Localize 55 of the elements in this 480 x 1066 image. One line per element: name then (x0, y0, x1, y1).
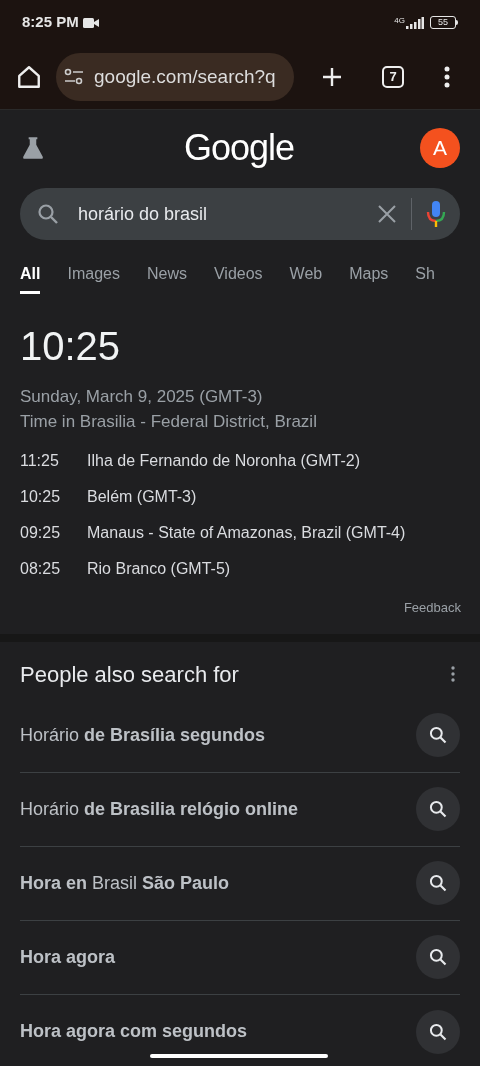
date-text: Sunday, March 9, 2025 (GMT-3) (20, 386, 264, 408)
search-button[interactable] (416, 861, 460, 905)
search-tab[interactable]: Sh (415, 262, 435, 294)
related-search-item[interactable]: Hora en Brasil São Paulo (20, 846, 460, 921)
google-logo: Google (183, 126, 295, 170)
status-time: 8:25 PM (22, 12, 79, 33)
search-tab[interactable]: Web (289, 262, 323, 294)
plus-icon[interactable] (320, 65, 344, 89)
search-tab[interactable]: Maps (349, 262, 389, 294)
related-search-item[interactable]: Hora agora com segundos (20, 994, 460, 1066)
zone-time: 09:25 (20, 523, 62, 543)
network-type: 4G (394, 16, 405, 25)
search-tab[interactable]: News (146, 262, 187, 294)
search-tab[interactable]: Videos (213, 262, 263, 294)
home-icon[interactable] (16, 64, 42, 90)
search-icon (428, 799, 448, 819)
microphone-icon[interactable] (426, 200, 446, 228)
search-button[interactable] (416, 713, 460, 757)
search-icon (428, 947, 448, 967)
clear-icon[interactable] (377, 204, 397, 224)
more-options-icon[interactable] (451, 666, 455, 682)
location-text: Time in Brasilia - Federal District, Brazil (20, 411, 318, 433)
current-time: 10:25 (20, 323, 122, 370)
url-text: google.com/search?q (94, 64, 276, 89)
search-button[interactable] (416, 935, 460, 979)
search-query: horário do brasil (78, 202, 209, 226)
section-title: People also search for (20, 660, 239, 689)
search-field[interactable]: horário do brasil (20, 188, 460, 240)
search-icon (428, 725, 448, 745)
search-button[interactable] (416, 787, 460, 831)
search-button[interactable] (416, 1009, 460, 1054)
search-icon (36, 202, 60, 226)
address-bar[interactable]: google.com/search?q (56, 53, 294, 101)
zone-time: 08:25 (20, 559, 62, 579)
zone-name: Belém (GMT-3) (87, 487, 197, 507)
search-icon (428, 1021, 448, 1042)
search-icon (428, 873, 448, 893)
more-options-icon[interactable] (444, 66, 450, 88)
search-tab[interactable]: Images (67, 262, 120, 294)
zone-time: 11:25 (20, 451, 60, 471)
zone-name: Manaus - State of Amazonas, Brazil (GMT-4) (87, 523, 406, 543)
flask-icon[interactable] (20, 135, 46, 161)
zone-time: 10:25 (20, 487, 62, 507)
site-settings-icon[interactable] (64, 68, 84, 86)
related-search-item[interactable]: Horário de Brasilia relógio online (20, 772, 460, 847)
related-search-item[interactable]: Hora agora (20, 920, 460, 995)
video-camera-icon (82, 17, 99, 28)
feedback-link[interactable]: Feedback (403, 598, 461, 618)
zone-name: Ilha de Fernando de Noronha (GMT-2) (87, 451, 361, 471)
tab-count-button[interactable]: 7 (382, 66, 404, 88)
zone-name: Rio Branco (GMT-5) (87, 559, 231, 579)
signal-icon (406, 16, 424, 29)
related-search-item[interactable]: Horário de Brasília segundos (20, 698, 460, 773)
search-tab[interactable]: All (20, 262, 41, 294)
battery-level: 55 (430, 16, 456, 29)
